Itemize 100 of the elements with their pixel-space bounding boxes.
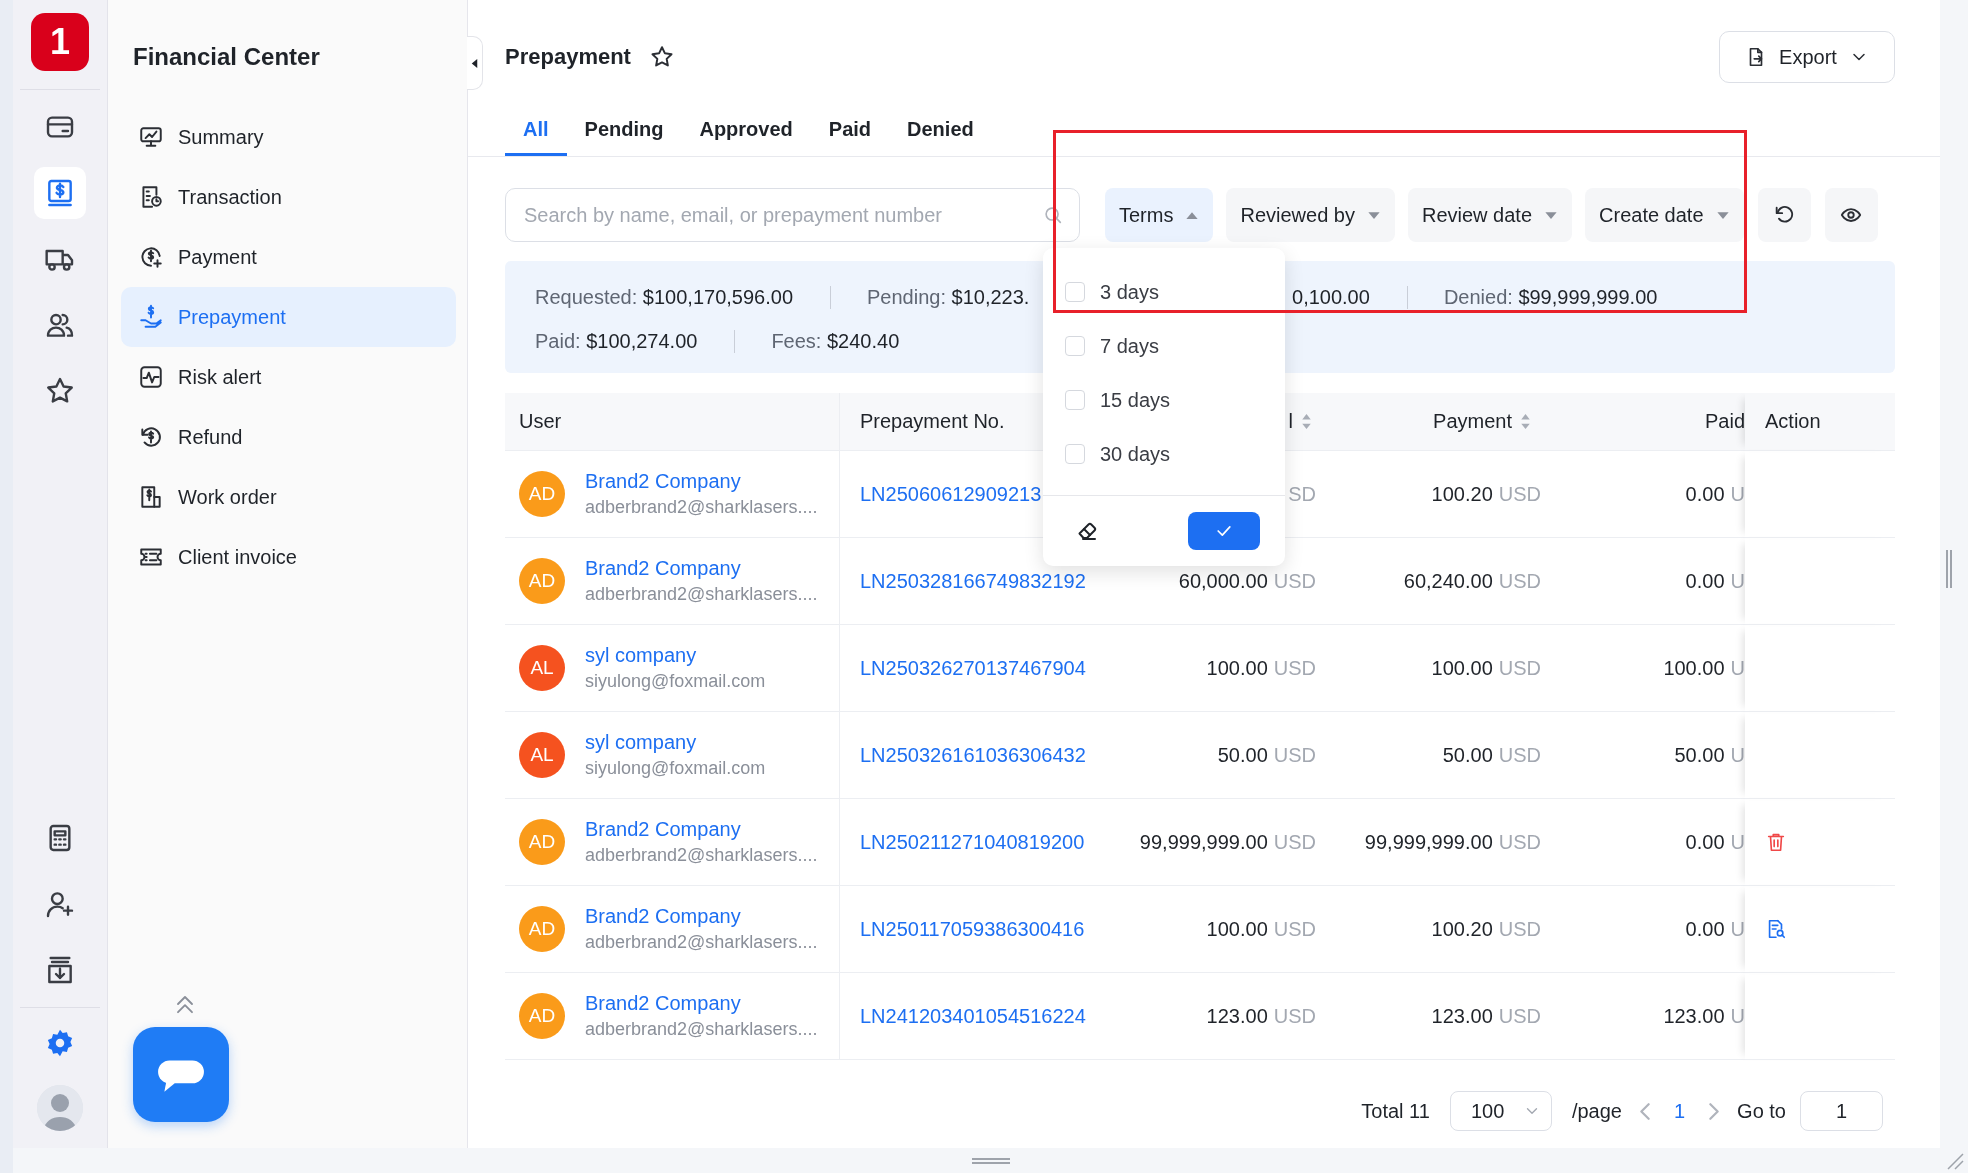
export-button[interactable]: Export <box>1719 31 1895 83</box>
caret-icon <box>1715 210 1730 220</box>
chevron-right-icon <box>1709 1102 1720 1120</box>
tab[interactable]: Pending <box>566 106 682 156</box>
prepayment-number-link[interactable]: LN250211271040819200 <box>860 830 1085 854</box>
prepayment-number-link[interactable]: LN250117059386300416 <box>860 917 1085 941</box>
tab[interactable]: All <box>505 106 567 156</box>
table-cell: 99,999,999.00 USD <box>1100 799 1320 886</box>
column-header: Payment <box>1320 393 1545 451</box>
user-avatar: AD <box>519 906 565 952</box>
checkbox[interactable] <box>1065 336 1085 356</box>
page-size-select[interactable]: 100 <box>1449 1091 1552 1131</box>
dollar-plus-icon <box>138 244 164 270</box>
user-name-link[interactable]: Brand2 Company <box>585 470 818 493</box>
user-email: siyulong@foxmail.com <box>585 758 766 779</box>
column-header: Action <box>1745 393 1895 451</box>
user-name-link[interactable]: Brand2 Company <box>585 905 818 928</box>
user-name-link[interactable]: syl company <box>585 644 766 667</box>
sort-icon[interactable] <box>1520 413 1531 430</box>
sidebar-item[interactable]: Payment <box>121 227 456 287</box>
prepayment-number-link[interactable]: LN241203401054516224 <box>860 1004 1086 1028</box>
app-logo[interactable]: 1 <box>31 13 89 71</box>
table-cell: 100.00 USD <box>1320 625 1545 712</box>
refund-icon <box>138 424 164 450</box>
filter-button[interactable]: Reviewed by <box>1226 188 1395 242</box>
next-page-button[interactable] <box>1709 1102 1720 1120</box>
total-count: Total 11 <box>1361 1099 1430 1123</box>
user-avatar: AD <box>519 558 565 604</box>
receipt-dollar-icon <box>138 484 164 510</box>
collapse-handle[interactable] <box>467 36 483 90</box>
checkbox[interactable] <box>1065 282 1085 302</box>
tab[interactable]: Paid <box>810 106 890 156</box>
summary-stat: 0,100.00 <box>1292 285 1371 309</box>
sidebar-item[interactable]: Prepayment <box>121 287 456 347</box>
checkbox[interactable] <box>1065 390 1085 410</box>
table-cell: 100.20 USD <box>1320 886 1545 973</box>
search-field[interactable]: Search by name, email, or prepayment number <box>505 188 1080 242</box>
checkbox[interactable] <box>1065 444 1085 464</box>
sort-icon[interactable] <box>1301 413 1312 430</box>
prepayment-number-link[interactable]: LN25060612909213 <box>860 482 1042 506</box>
rail-item[interactable] <box>34 167 86 219</box>
per-page-label: /page <box>1571 1099 1622 1123</box>
user-avatar: AD <box>519 471 565 517</box>
tab[interactable]: Denied <box>889 106 992 156</box>
resize-handle[interactable] <box>1946 550 1952 588</box>
sidebar-item[interactable]: Work order <box>121 467 456 527</box>
table-cell: 50.00 USD <box>1320 712 1545 799</box>
dropdown-option[interactable]: 7 days <box>1043 319 1285 373</box>
table-cell: 123.00 USD <box>1320 973 1545 1060</box>
sidebar-item[interactable]: Client invoice <box>121 527 456 587</box>
filter-button[interactable]: Create date <box>1585 188 1744 242</box>
visibility-button[interactable] <box>1824 188 1878 242</box>
table-cell: 0.00 U <box>1545 538 1745 625</box>
hand-dollar-icon <box>138 304 164 330</box>
prepayment-number-link[interactable]: LN250326161036306432 <box>860 743 1086 767</box>
tab[interactable]: Approved <box>681 106 811 156</box>
prepayment-number-link[interactable]: LN250326270137467904 <box>860 656 1086 680</box>
user-name-link[interactable]: Brand2 Company <box>585 818 818 841</box>
user-email: adberbrand2@sharklasers.... <box>585 1019 818 1040</box>
summary-stat: Requested: $100,170,596.00 <box>535 285 794 309</box>
user-avatar: AL <box>519 732 565 778</box>
table-cell: 50.00 U <box>1545 712 1745 799</box>
chart-monitor-icon <box>138 124 164 150</box>
table-cell: 100.00 USD <box>1100 886 1320 973</box>
prepayment-number-link[interactable]: LN250328166749832192 <box>860 569 1086 593</box>
go-to-field[interactable]: 1 <box>1800 1091 1883 1131</box>
user-name-link[interactable]: Brand2 Company <box>585 557 818 580</box>
delete-icon[interactable] <box>1765 831 1787 853</box>
table-cell: 0.00 U <box>1545 451 1745 538</box>
table-cell: 100.00 U <box>1545 625 1745 712</box>
pulse-icon <box>138 364 164 390</box>
chat-button[interactable] <box>133 1027 229 1122</box>
user-name-link[interactable]: Brand2 Company <box>585 992 818 1015</box>
resize-grip-icon[interactable] <box>1946 1152 1964 1170</box>
user-avatar: AD <box>519 993 565 1039</box>
table-cell: 50.00 USD <box>1100 712 1320 799</box>
summary-stat: Paid: $100,274.00 <box>535 329 699 353</box>
table-cell: 99,999,999.00 USD <box>1320 799 1545 886</box>
collapse-arrow-icon <box>470 57 479 69</box>
table-cell: 0.00 U <box>1545 799 1745 886</box>
sidebar-item[interactable]: Risk alert <box>121 347 456 407</box>
refresh-button[interactable] <box>1757 188 1811 242</box>
summary-stat: Fees: $240.40 <box>734 329 937 353</box>
user-name-link[interactable]: syl company <box>585 731 766 754</box>
caret-icon <box>1544 210 1559 220</box>
sidebar-title: Financial Center <box>132 42 321 72</box>
user-email: adberbrand2@sharklasers.... <box>585 584 818 605</box>
previous-page-button[interactable] <box>1639 1102 1650 1120</box>
user-avatar: AL <box>519 645 565 691</box>
filter-button[interactable]: Review date <box>1407 188 1573 242</box>
table-cell: 123.00 U <box>1545 973 1745 1060</box>
filter-button[interactable]: Terms <box>1105 188 1214 242</box>
caret-icon <box>1185 210 1200 220</box>
sidebar-item[interactable]: Transaction <box>121 167 456 227</box>
confirm-button[interactable] <box>1188 512 1260 550</box>
resize-handle[interactable] <box>971 1157 1010 1164</box>
sidebar-item[interactable]: Summary <box>121 107 456 167</box>
sidebar-item[interactable]: Refund <box>121 407 456 467</box>
page-number[interactable]: 1 <box>1667 1099 1692 1123</box>
user-email: adberbrand2@sharklasers.... <box>585 845 818 866</box>
